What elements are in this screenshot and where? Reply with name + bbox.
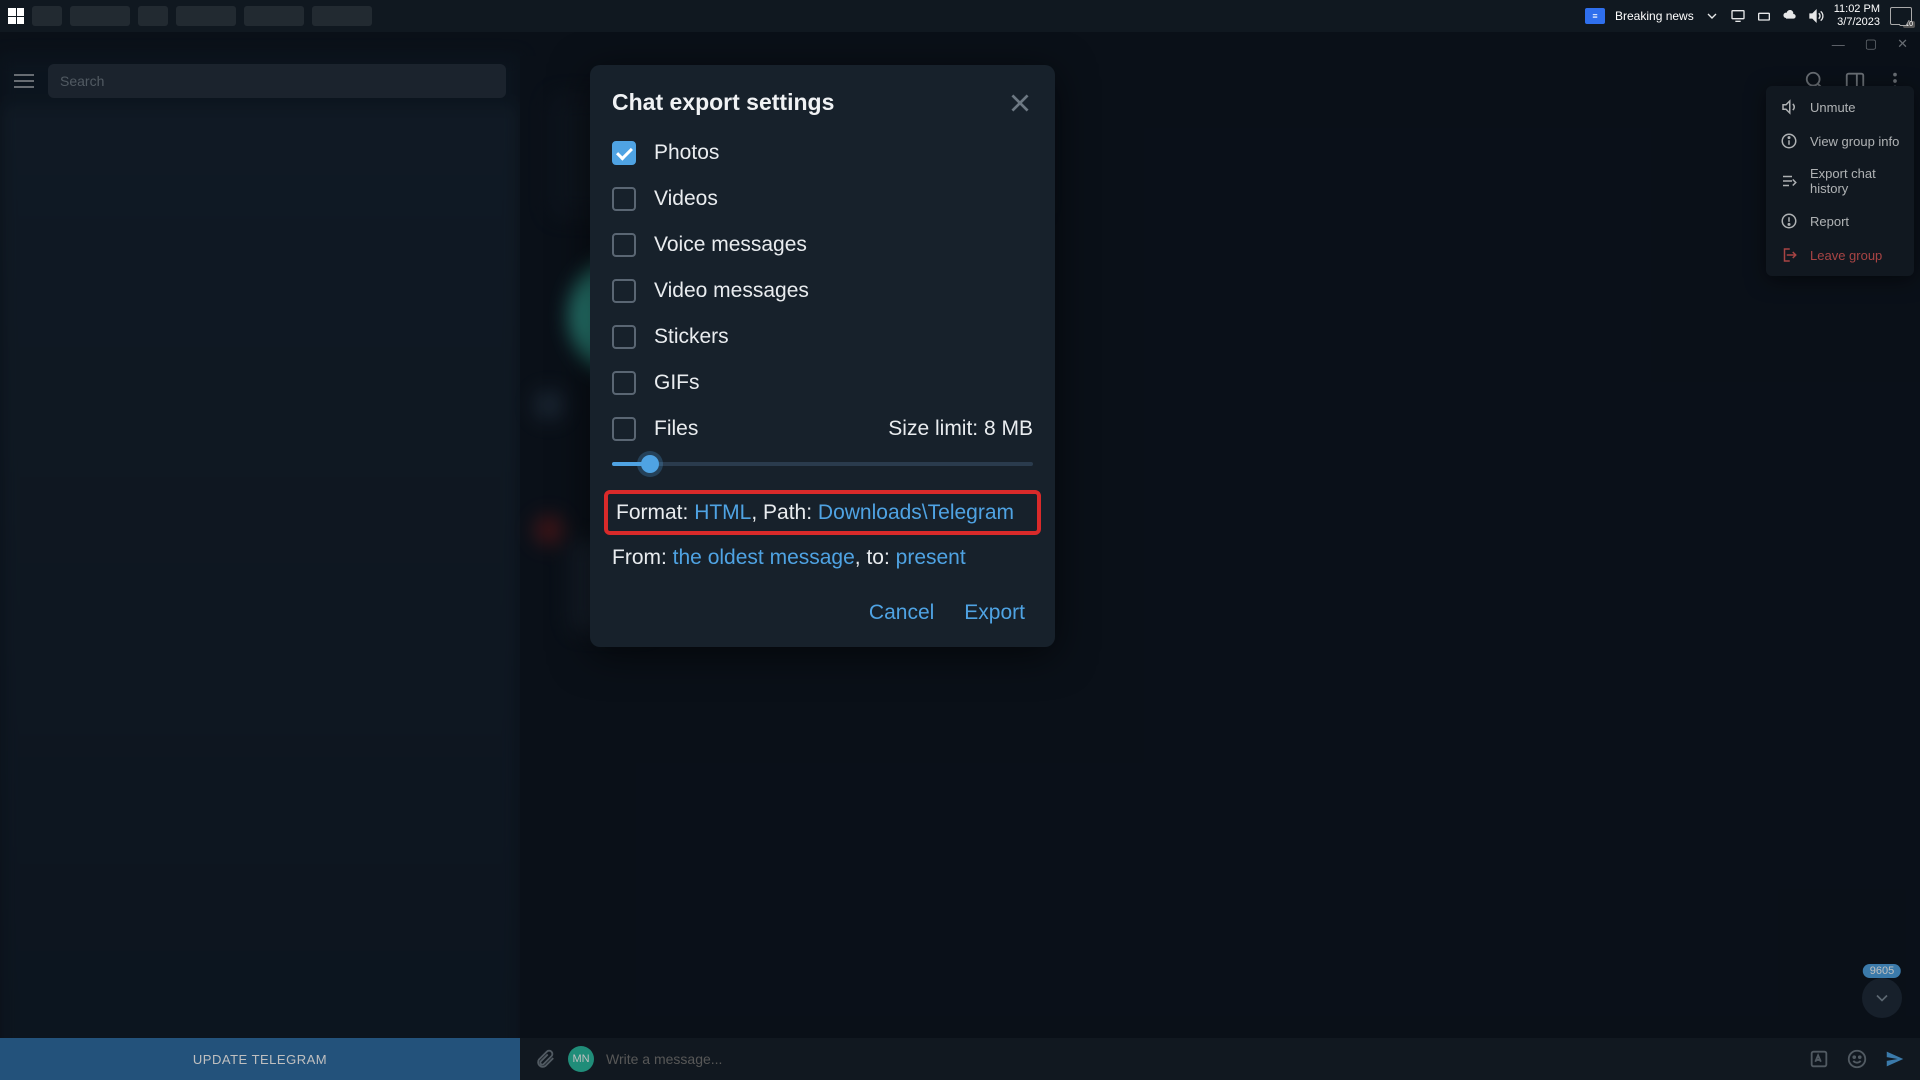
size-limit-slider[interactable] (590, 452, 1055, 484)
notification-center-icon[interactable]: 10 (1890, 7, 1912, 25)
slider-track (612, 462, 1033, 466)
option-label: Photos (654, 141, 1033, 165)
option-label: Videos (654, 187, 1033, 211)
windows-start-icon[interactable] (8, 8, 24, 24)
taskbar-app-icon[interactable] (70, 6, 130, 26)
taskbar-left (8, 6, 372, 26)
export-option-photos[interactable]: Photos (590, 130, 1055, 176)
checkbox-icon (612, 233, 636, 257)
to-prefix: , to: (855, 546, 896, 569)
taskbar-app-icon[interactable] (176, 6, 236, 26)
format-link[interactable]: HTML (694, 501, 751, 524)
news-label[interactable]: Breaking news (1615, 9, 1694, 23)
taskbar-date: 3/7/2023 (1834, 16, 1880, 29)
path-link[interactable]: Downloads\Telegram (818, 501, 1014, 524)
option-label: Files (654, 417, 888, 441)
news-icon[interactable]: ≡ (1585, 8, 1605, 24)
taskbar-time: 11:02 PM (1834, 3, 1880, 16)
export-option-video-messages[interactable]: Video messages (590, 268, 1055, 314)
modal-header: Chat export settings (590, 85, 1055, 130)
export-option-voice-messages[interactable]: Voice messages (590, 222, 1055, 268)
checkbox-icon (612, 325, 636, 349)
export-option-gifs[interactable]: GIFs (590, 360, 1055, 406)
close-icon[interactable] (1007, 90, 1033, 116)
option-label: GIFs (654, 371, 1033, 395)
taskbar-app-icon[interactable] (138, 6, 168, 26)
export-option-videos[interactable]: Videos (590, 176, 1055, 222)
checkbox-icon (612, 371, 636, 395)
taskbar-app-icon[interactable] (244, 6, 304, 26)
size-limit-label: Size limit: 8 MB (888, 417, 1033, 441)
date-range-line: From: the oldest message, to: present (590, 537, 1055, 578)
taskbar-app-icon[interactable] (32, 6, 62, 26)
option-label: Stickers (654, 325, 1033, 349)
checkbox-icon (612, 187, 636, 211)
option-label: Voice messages (654, 233, 1033, 257)
to-link[interactable]: present (896, 546, 966, 569)
notification-badge: 10 (1903, 21, 1915, 28)
checkbox-icon (612, 279, 636, 303)
taskbar-app-icon[interactable] (312, 6, 372, 26)
path-prefix: , Path: (751, 501, 818, 524)
modal-footer: Cancel Export (590, 579, 1055, 631)
export-option-stickers[interactable]: Stickers (590, 314, 1055, 360)
tray-chevron-icon[interactable] (1704, 8, 1720, 24)
tray-monitor-icon[interactable] (1730, 8, 1746, 24)
export-option-files[interactable]: Files Size limit: 8 MB (590, 406, 1055, 452)
highlight-annotation: Format: HTML, Path: Downloads\Telegram (604, 490, 1041, 535)
modal-title: Chat export settings (612, 89, 834, 116)
format-prefix: Format: (616, 501, 694, 524)
from-link[interactable]: the oldest message (673, 546, 855, 569)
taskbar-clock[interactable]: 11:02 PM 3/7/2023 (1834, 3, 1880, 28)
tray-cloud-icon[interactable] (1782, 8, 1798, 24)
tray-volume-icon[interactable] (1808, 8, 1824, 24)
option-label: Video messages (654, 279, 1033, 303)
export-button[interactable]: Export (964, 601, 1025, 625)
tray-network-icon[interactable] (1756, 8, 1772, 24)
slider-thumb[interactable] (641, 455, 659, 473)
taskbar-right: ≡ Breaking news 11:02 PM 3/7/2023 10 (1585, 3, 1912, 28)
cancel-button[interactable]: Cancel (869, 601, 934, 625)
from-prefix: From: (612, 546, 673, 569)
checkbox-icon (612, 141, 636, 165)
format-path-line: Format: HTML, Path: Downloads\Telegram (616, 498, 1029, 527)
windows-taskbar: ≡ Breaking news 11:02 PM 3/7/2023 10 (0, 0, 1920, 32)
checkbox-icon (612, 417, 636, 441)
chat-export-settings-modal: Chat export settings Photos Videos Voice… (590, 65, 1055, 647)
